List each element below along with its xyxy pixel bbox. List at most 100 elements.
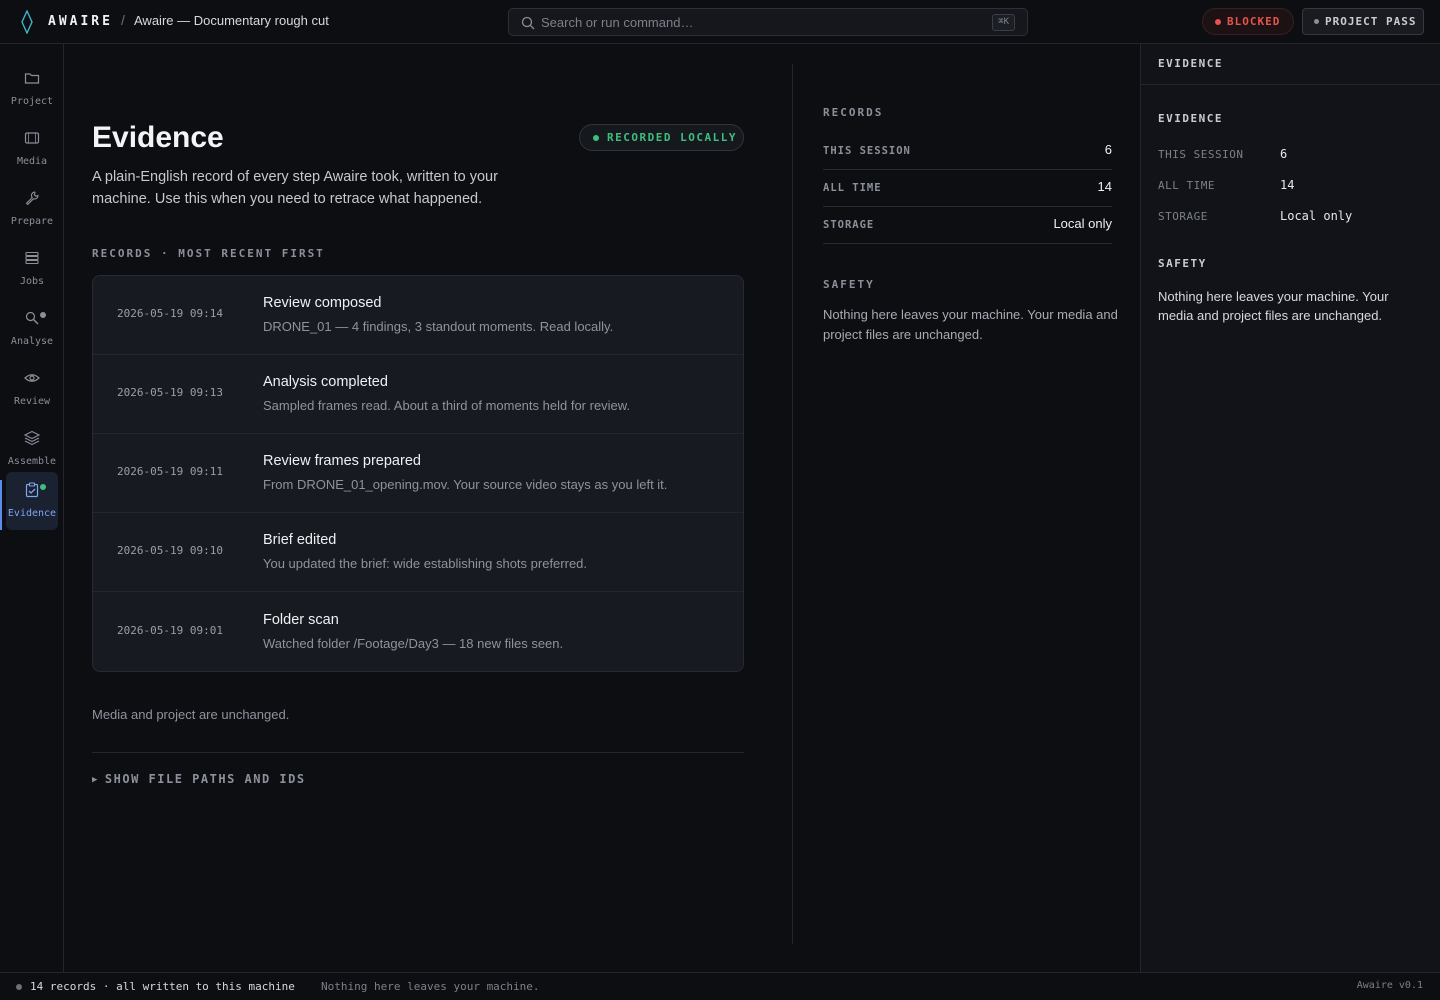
magnify-icon	[25, 311, 39, 325]
inspector-safety-text: Nothing here leaves your machine. Your m…	[1158, 289, 1389, 323]
nav-item-evidence[interactable]: Evidence	[6, 472, 58, 530]
app-version: Awaire v0.1	[1356, 980, 1423, 991]
inspector-key: ALL TIME	[1158, 179, 1215, 192]
nav-label-review: Review	[13, 396, 51, 407]
nav-item-analyse[interactable]: Analyse	[6, 300, 58, 358]
nav-item-media[interactable]: Media	[6, 120, 58, 178]
record-timestamp: 2026-05-19 09:11	[117, 465, 223, 478]
records-list: 2026-05-19 09:14 Review composed DRONE_0…	[92, 275, 744, 672]
nav-item-project[interactable]: Project	[6, 60, 58, 118]
nav-item-review[interactable]: Review	[6, 360, 58, 418]
inspector-panel: EVIDENCE EVIDENCE THIS SESSION 6 ALL TIM…	[1140, 44, 1440, 972]
nav-label-evidence: Evidence	[7, 508, 57, 519]
page-description: A plain-English record of every step Awa…	[92, 169, 498, 207]
show-file-paths-toggle[interactable]: ▶ SHOW FILE PATHS AND IDS	[92, 772, 306, 786]
disclosure-triangle-icon: ▶	[92, 775, 99, 785]
status-privacy-note: Nothing here leaves your machine.	[321, 980, 540, 993]
page-title: Evidence	[92, 121, 224, 154]
inspector-key: STORAGE	[1158, 210, 1208, 223]
top-bar: AWAIRE / Awaire — Documentary rough cut …	[0, 0, 1440, 44]
record-row[interactable]: 2026-05-19 09:11 Review frames prepared …	[93, 434, 743, 513]
eye-icon	[24, 374, 40, 382]
nav-label-media: Media	[16, 156, 48, 167]
summary-records-heading: RECORDS	[823, 106, 884, 119]
recorded-dot-icon	[593, 135, 599, 141]
record-description: Sampled frames read. About a third of mo…	[263, 398, 631, 413]
nav-label-prepare: Prepare	[10, 216, 54, 227]
evidence-badge-dot	[40, 484, 46, 490]
shortcut-hint: ⌘K	[992, 14, 1015, 31]
inspector-title: EVIDENCE	[1158, 57, 1223, 70]
summary-row-this-session: THIS SESSION 6	[823, 133, 1112, 170]
record-description: You updated the brief: wide establishing…	[263, 556, 588, 571]
record-row[interactable]: 2026-05-19 09:01 Folder scan Watched fol…	[93, 593, 743, 671]
record-timestamp: 2026-05-19 09:13	[117, 386, 223, 399]
stack-icon	[25, 251, 39, 265]
record-title: Brief edited	[263, 532, 337, 548]
inspector-key: THIS SESSION	[1158, 148, 1244, 161]
inspector-value: Local only	[1280, 209, 1353, 223]
pass-dot-icon	[1314, 19, 1319, 24]
summary-row-all-time: ALL TIME 14	[823, 170, 1112, 207]
record-row[interactable]: 2026-05-19 09:14 Review composed DRONE_0…	[93, 276, 743, 355]
recorded-locally-label: RECORDED LOCALLY	[607, 131, 737, 144]
command-search[interactable]: ⌘K	[508, 8, 1028, 36]
record-description: DRONE_01 — 4 findings, 3 standout moment…	[263, 319, 614, 334]
folder-icon	[24, 73, 40, 84]
summary-safety-heading: SAFETY	[823, 278, 875, 291]
logo-icon	[21, 10, 33, 34]
summary-row-storage: STORAGE Local only	[823, 207, 1112, 244]
nav-item-assemble[interactable]: Assemble	[6, 420, 58, 478]
records-section-label: RECORDS · MOST RECENT FIRST	[92, 247, 325, 260]
project-title[interactable]: Awaire — Documentary rough cut	[134, 13, 329, 28]
record-title: Review composed	[263, 295, 382, 311]
nav-label-assemble: Assemble	[7, 456, 57, 467]
blocked-label: BLOCKED	[1227, 15, 1281, 28]
summary-key: STORAGE	[823, 219, 875, 231]
record-title: Review frames prepared	[263, 453, 421, 469]
blocked-status-badge[interactable]: BLOCKED	[1202, 8, 1294, 35]
status-dot-icon	[16, 984, 22, 990]
summary-value: Local only	[1053, 216, 1112, 231]
column-divider	[792, 64, 793, 944]
nav-label-project: Project	[10, 96, 54, 107]
nav-item-jobs[interactable]: Jobs	[6, 240, 58, 298]
summary-key: ALL TIME	[823, 182, 882, 194]
wrench-icon	[25, 191, 39, 206]
project-pass-button[interactable]: PROJECT PASS	[1302, 8, 1424, 35]
nav-label-jobs: Jobs	[19, 276, 45, 287]
inspector-value: 14	[1280, 178, 1295, 192]
unchanged-note: Media and project are unchanged.	[92, 707, 290, 722]
inspector-safety-heading: SAFETY	[1158, 257, 1207, 270]
record-description: From DRONE_01_opening.mov. Your source v…	[263, 477, 668, 492]
summary-key: THIS SESSION	[823, 145, 911, 157]
section-divider	[92, 752, 744, 753]
blocked-dot-icon	[1215, 19, 1221, 25]
inspector-value: 6	[1280, 147, 1288, 161]
record-row[interactable]: 2026-05-19 09:13 Analysis completed Samp…	[93, 355, 743, 434]
nav-item-prepare[interactable]: Prepare	[6, 180, 58, 238]
record-description: Watched folder /Footage/Day3 — 18 new fi…	[263, 636, 564, 651]
search-input[interactable]	[541, 12, 981, 32]
inspector-section-heading: EVIDENCE	[1158, 112, 1223, 125]
summary-value: 14	[1097, 179, 1112, 194]
layers-icon	[24, 430, 40, 446]
brand-name: AWAIRE	[48, 14, 113, 29]
project-pass-label: PROJECT PASS	[1325, 15, 1417, 28]
analyse-badge-dot	[40, 312, 46, 318]
summary-safety-text: Nothing here leaves your machine. Your m…	[823, 307, 1118, 342]
inspector-header: EVIDENCE	[1141, 44, 1440, 85]
record-timestamp: 2026-05-19 09:01	[117, 624, 223, 637]
record-row[interactable]: 2026-05-19 09:10 Brief edited You update…	[93, 513, 743, 592]
nav-active-indicator	[0, 480, 2, 530]
media-icon	[24, 132, 40, 144]
status-records-count: 14 records · all written to this machine	[30, 980, 295, 993]
summary-value: 6	[1104, 142, 1112, 157]
record-title: Analysis completed	[263, 374, 388, 390]
clipboard-check-icon	[25, 482, 39, 498]
left-nav: Project Media Prepare Jobs Analyse Revie…	[0, 44, 64, 972]
nav-label-analyse: Analyse	[10, 336, 54, 347]
record-title: Folder scan	[263, 612, 339, 628]
status-bar: 14 records · all written to this machine…	[0, 972, 1440, 1000]
search-icon	[521, 16, 535, 30]
